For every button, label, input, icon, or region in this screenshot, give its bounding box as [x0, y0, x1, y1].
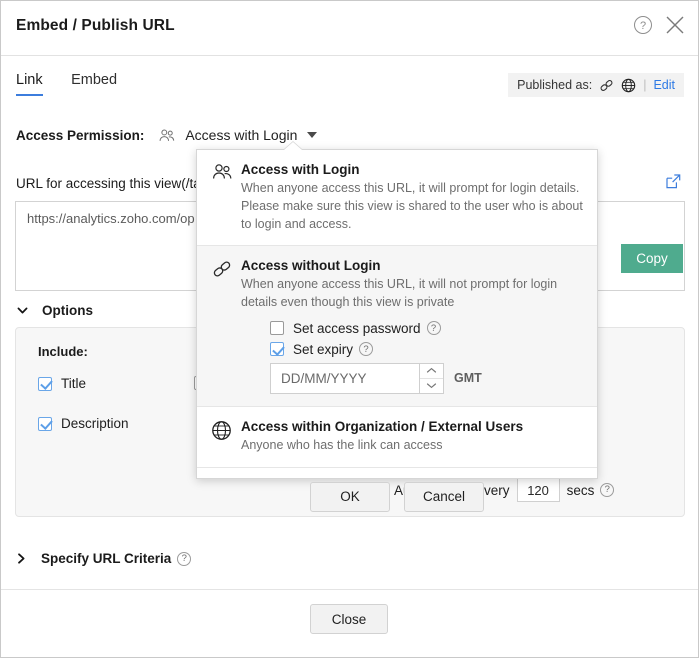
expiry-date-stepper[interactable] [420, 363, 444, 394]
include-label: Include: [38, 344, 88, 359]
dropdown-suboptions: Set access password ? Set expiry ? DD/MM… [241, 321, 583, 394]
dropdown-item-title: Access without Login [241, 258, 583, 273]
globe-icon[interactable] [621, 78, 636, 93]
access-permission-value[interactable]: Access with Login [185, 127, 297, 143]
description-checkbox-label: Description [61, 416, 129, 431]
set-expiry-row[interactable]: Set expiry ? [241, 342, 583, 357]
set-access-password-label: Set access password [293, 321, 421, 336]
tab-link[interactable]: Link [16, 72, 43, 96]
users-group-icon [158, 128, 176, 143]
checkbox-row-title[interactable]: Title [38, 376, 86, 391]
dropdown-item-desc: When anyone access this URL, it will not… [241, 276, 583, 312]
dropdown-ok-button[interactable]: OK [310, 482, 390, 512]
dropdown-item-desc: Anyone who has the link can access [241, 437, 583, 455]
dropdown-arrow [284, 142, 302, 150]
edit-link[interactable]: Edit [653, 78, 675, 92]
dropdown-item-desc: When anyone access this URL, it will pro… [241, 180, 583, 233]
published-as-bar: Published as: | Edit [508, 73, 684, 97]
title-checkbox-label: Title [61, 376, 86, 391]
external-link-icon[interactable] [665, 173, 682, 190]
published-as-label: Published as: [517, 78, 592, 92]
url-criteria-section-header[interactable]: Specify URL Criteria ? [16, 551, 191, 566]
link-chain-icon [211, 258, 241, 394]
dropdown-item-access-within-organization[interactable]: Access within Organization / External Us… [197, 407, 597, 467]
url-criteria-label: Specify URL Criteria [41, 551, 171, 566]
url-section-label: URL for accessing this view(/tab) [16, 176, 213, 191]
footer-divider [1, 589, 699, 590]
description-checkbox[interactable] [38, 417, 52, 431]
published-separator: | [643, 78, 646, 92]
chevron-down-icon[interactable] [307, 132, 317, 138]
timezone-label: GMT [454, 371, 482, 385]
embed-publish-url-dialog: Embed / Publish URL ? Link Embed Publish… [0, 0, 699, 658]
set-expiry-checkbox[interactable] [270, 342, 284, 356]
chevron-right-icon [16, 552, 27, 565]
checkbox-row-description[interactable]: Description [38, 416, 129, 431]
dialog-titlebar: Embed / Publish URL ? [1, 1, 699, 56]
help-circle-icon[interactable]: ? [177, 552, 191, 566]
dropdown-item-access-without-login[interactable]: Access without Login When anyone access … [197, 246, 597, 406]
globe-icon [211, 419, 241, 455]
tab-bar: Link Embed [16, 71, 141, 96]
title-checkbox[interactable] [38, 377, 52, 391]
dropdown-actions: OK Cancel [197, 468, 597, 528]
dropdown-cancel-button[interactable]: Cancel [404, 482, 484, 512]
close-button[interactable]: Close [310, 604, 388, 634]
chevron-down-icon [16, 304, 29, 317]
access-permission-label: Access Permission: [16, 128, 144, 143]
users-group-icon [211, 162, 241, 233]
dropdown-item-title: Access within Organization / External Us… [241, 419, 583, 434]
svg-text:?: ? [640, 20, 646, 32]
options-label: Options [42, 303, 93, 318]
dropdown-item-title: Access with Login [241, 162, 583, 177]
help-circle-icon[interactable]: ? [359, 342, 373, 356]
help-circle-icon[interactable]: ? [633, 15, 653, 35]
dialog-title: Embed / Publish URL [16, 17, 175, 35]
dropdown-item-access-with-login[interactable]: Access with Login When anyone access thi… [197, 150, 597, 245]
help-circle-icon[interactable]: ? [427, 321, 441, 335]
link-chain-icon[interactable] [599, 78, 614, 93]
set-access-password-checkbox[interactable] [270, 321, 284, 335]
access-permission-row: Access Permission: Access with Login [16, 127, 317, 143]
expiry-date-row: DD/MM/YYYY GMT [241, 363, 583, 394]
access-permission-dropdown: Access with Login When anyone access thi… [196, 149, 598, 479]
options-section-header[interactable]: Options [16, 303, 93, 318]
tab-embed[interactable]: Embed [71, 72, 117, 94]
close-icon[interactable] [664, 14, 686, 36]
copy-button[interactable]: Copy [621, 244, 683, 273]
stepper-up-icon[interactable] [420, 364, 443, 379]
stepper-down-icon[interactable] [420, 379, 443, 393]
set-access-password-row[interactable]: Set access password ? [241, 321, 583, 336]
set-expiry-label: Set expiry [293, 342, 353, 357]
help-circle-icon[interactable]: ? [600, 483, 614, 497]
expiry-date-input[interactable]: DD/MM/YYYY [270, 363, 420, 394]
